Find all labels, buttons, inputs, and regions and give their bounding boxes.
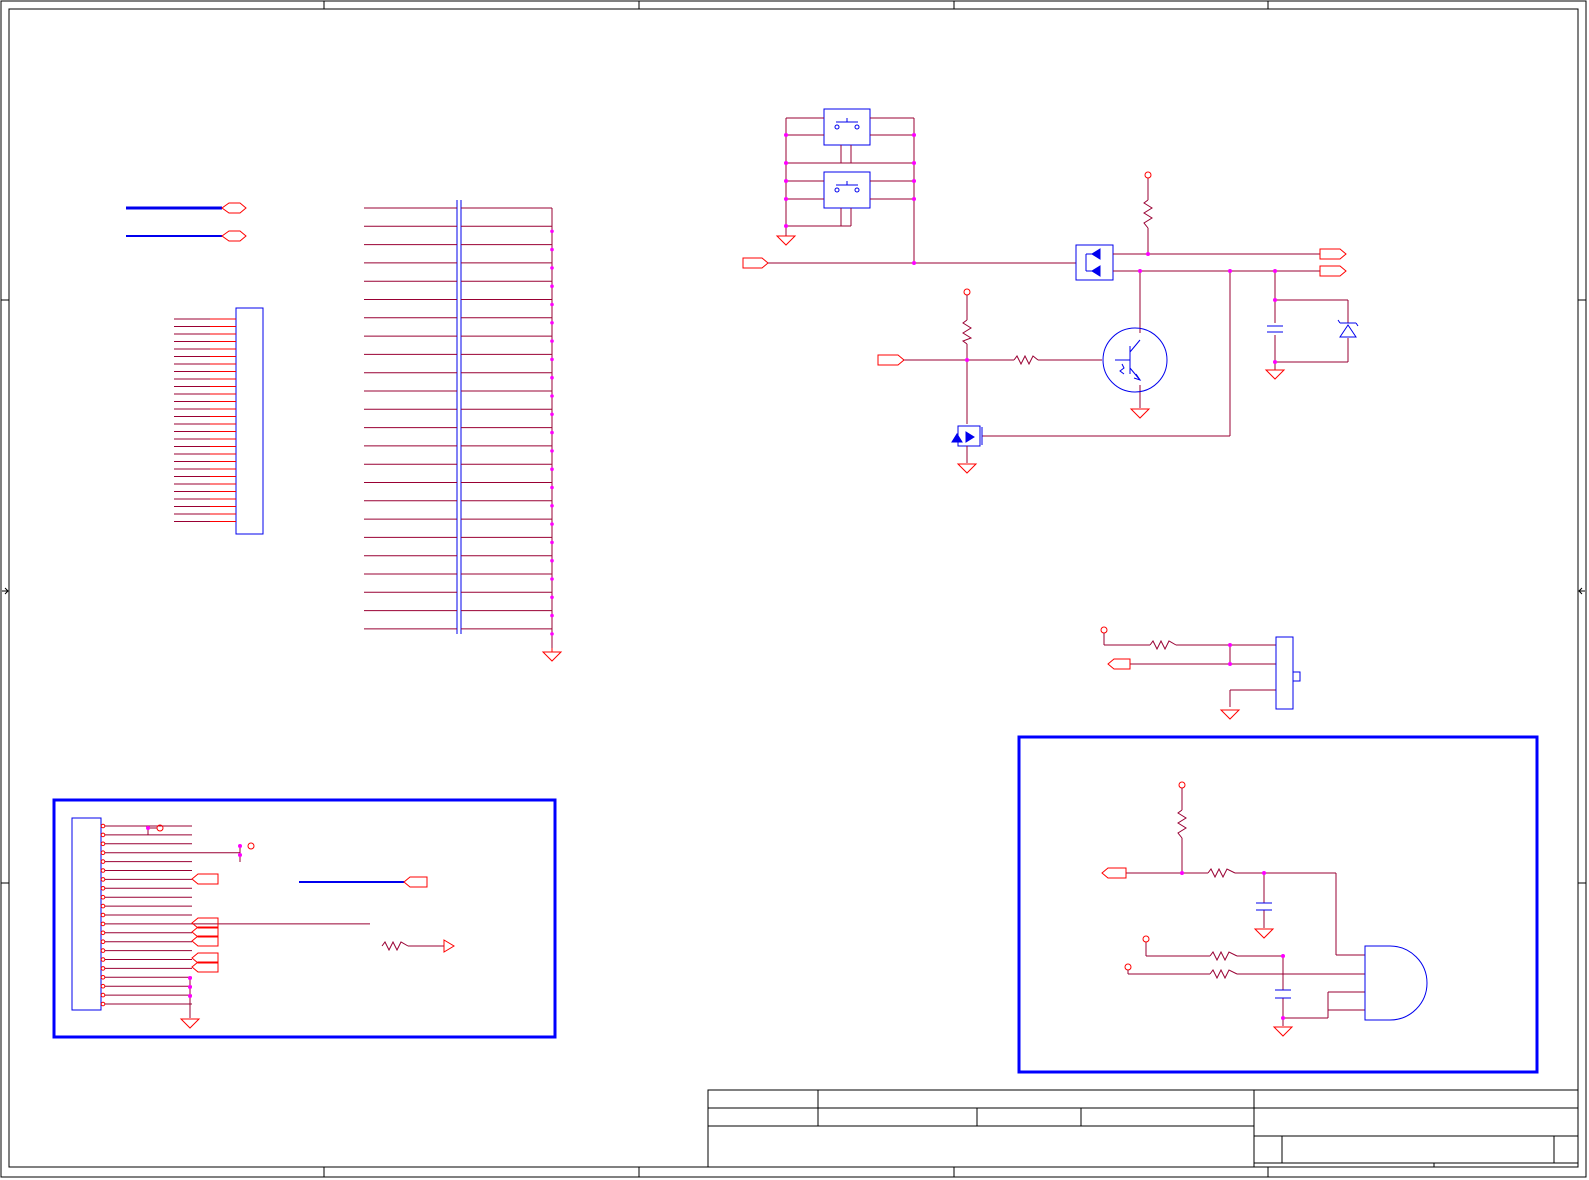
junction-dot (550, 229, 554, 234)
junction-dot (550, 540, 554, 545)
junction-dot (784, 224, 788, 228)
junction-dot (550, 613, 554, 618)
junction-dot (550, 430, 554, 435)
junction-dot (238, 844, 242, 848)
junction-dot (912, 133, 916, 137)
junction-dot (550, 558, 554, 563)
junction-dot (784, 197, 788, 201)
junction-dot (1273, 269, 1277, 273)
junction-dot (550, 321, 554, 325)
junction-dot (784, 179, 788, 183)
junction-dot (550, 339, 554, 343)
junction-dot (550, 394, 554, 398)
junction-dot (188, 976, 192, 980)
junction-dot (550, 412, 554, 417)
junction-dot (188, 994, 192, 998)
junction-dot (550, 595, 554, 600)
junction-dot (550, 467, 554, 472)
junction-dot (550, 632, 554, 636)
junction-dot (912, 197, 916, 201)
junction-dot (550, 302, 554, 307)
junction-dot (1138, 269, 1142, 273)
junction-dot (550, 522, 554, 526)
junction-dot (912, 161, 916, 165)
junction-dot (550, 504, 554, 508)
junction-dot (784, 161, 788, 165)
junction-dot (550, 485, 554, 490)
schematic-sheet (0, 0, 1589, 1180)
junction-dot (1273, 360, 1277, 364)
junction-dot (965, 358, 969, 362)
junction-dot (550, 357, 554, 362)
junction-dot (784, 133, 788, 137)
junction-dot (1180, 871, 1184, 875)
junction-dot (238, 853, 242, 857)
junction-dot (550, 266, 554, 270)
junction-dot (550, 577, 554, 581)
junction-dot (188, 985, 192, 989)
junction-dot (550, 375, 554, 380)
junction-dot (1262, 871, 1266, 875)
junction-dot (1146, 252, 1150, 256)
junction-dot (1281, 954, 1285, 958)
junction-dot (1273, 298, 1277, 302)
junction-dot (550, 247, 554, 252)
junction-dot (912, 179, 916, 183)
junction-dot (550, 284, 554, 289)
junction-dot (912, 261, 916, 265)
junction-dot (1281, 1016, 1285, 1020)
junction-dot (1228, 269, 1232, 273)
junction-dot (146, 826, 150, 830)
junction-dot (550, 449, 554, 453)
junction-dot (1228, 643, 1232, 647)
junction-dot (1228, 662, 1232, 666)
